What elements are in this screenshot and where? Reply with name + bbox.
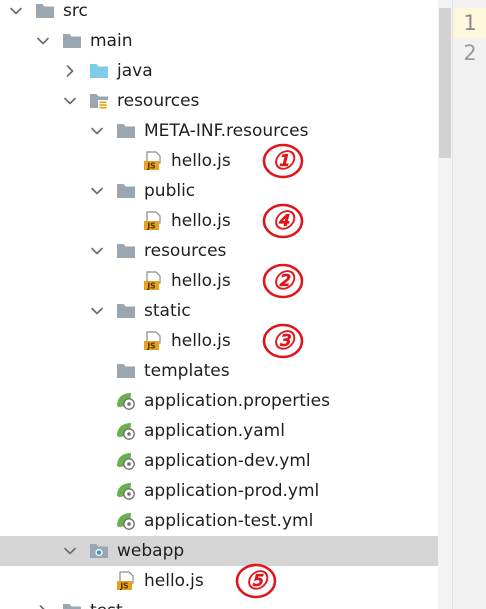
spring-config-file-icon [116, 481, 136, 501]
tree-node-resources-root[interactable]: resources [0, 86, 438, 116]
chevron-right-icon[interactable] [62, 63, 78, 79]
tree-node-java[interactable]: java [0, 56, 438, 86]
chevron-down-icon[interactable] [89, 123, 105, 139]
tree-node-application-prod-yml[interactable]: application-prod.yml [0, 476, 438, 506]
tree-node-hello-js-webapp[interactable]: JS hello.js ⑤ [0, 563, 438, 599]
tree-node-label: hello.js [144, 571, 204, 591]
chevron-down-icon[interactable] [8, 3, 24, 19]
js-file-icon: JS [116, 571, 136, 591]
svg-text:③: ③ [272, 326, 296, 355]
tree-node-label: templates [144, 361, 230, 381]
svg-text:JS: JS [146, 342, 155, 351]
red-circled-number-annotation: ① [261, 141, 305, 181]
tree-node-label: public [144, 181, 196, 201]
folder-icon [116, 121, 136, 141]
js-file-icon: JS [143, 271, 163, 291]
tree-node-label: hello.js [171, 331, 231, 351]
svg-text:⑤: ⑤ [245, 566, 269, 595]
line-number: 1 [453, 8, 486, 38]
tree-node-label: static [144, 301, 191, 321]
project-tree: src main java resources META-INF.resources JS… [0, 0, 438, 609]
tree-node-label: resources [144, 241, 227, 261]
chevron-down-icon[interactable] [89, 303, 105, 319]
folder-icon [116, 301, 136, 321]
vertical-scrollbar[interactable] [438, 0, 452, 609]
chevron-down-icon[interactable] [35, 33, 51, 49]
scrollbar-thumb[interactable] [439, 8, 451, 158]
tree-node-application-dev-yml[interactable]: application-dev.yml [0, 446, 438, 476]
svg-text:JS: JS [119, 582, 128, 591]
js-file-icon: JS [143, 151, 163, 171]
tree-node-hello-js-public[interactable]: JS hello.js ④ [0, 203, 438, 239]
tree-node-main[interactable]: main [0, 26, 438, 56]
chevron-right-icon[interactable] [35, 603, 51, 609]
tree-node-application-properties[interactable]: application.properties [0, 386, 438, 416]
svg-text:①: ① [272, 146, 296, 175]
tree-node-resources[interactable]: resources [0, 236, 438, 266]
tree-node-test[interactable]: test [0, 596, 438, 609]
tree-node-application-yaml[interactable]: application.yaml [0, 416, 438, 446]
tree-node-label: webapp [117, 541, 185, 561]
svg-text:④: ④ [272, 206, 296, 235]
resource-folder-icon [89, 91, 109, 111]
svg-text:②: ② [272, 266, 296, 295]
tree-node-label: java [117, 61, 153, 81]
red-circled-number-annotation: ② [261, 261, 305, 301]
tree-node-hello-js-resources[interactable]: JS hello.js ② [0, 263, 438, 299]
spring-config-file-icon [116, 391, 136, 411]
tree-node-static[interactable]: static [0, 296, 438, 326]
project-view: src main java resources META-INF.resources JS… [0, 0, 486, 609]
tree-node-label: src [63, 1, 88, 21]
tree-node-hello-js-meta-inf[interactable]: JS hello.js ① [0, 143, 438, 179]
svg-text:JS: JS [146, 222, 155, 231]
folder-icon [116, 181, 136, 201]
tree-node-label: resources [117, 91, 200, 111]
tree-node-meta-inf-resources[interactable]: META-INF.resources [0, 116, 438, 146]
red-circled-number-annotation: ③ [261, 321, 305, 361]
folder-icon [116, 241, 136, 261]
tree-node-src[interactable]: src [0, 0, 438, 26]
tree-node-application-test-yml[interactable]: application-test.yml [0, 506, 438, 536]
tree-node-label: hello.js [171, 271, 231, 291]
tree-node-label: application.yaml [144, 421, 285, 441]
tree-node-label: hello.js [171, 211, 231, 231]
spring-config-file-icon [116, 511, 136, 531]
folder-icon [116, 361, 136, 381]
spring-config-file-icon [116, 421, 136, 441]
red-circled-number-annotation: ④ [261, 201, 305, 241]
tree-node-label: META-INF.resources [144, 121, 309, 141]
tree-node-hello-js-static[interactable]: JS hello.js ③ [0, 323, 438, 359]
svg-text:JS: JS [146, 162, 155, 171]
tree-node-webapp[interactable]: webapp [0, 536, 438, 566]
tree-node-label: hello.js [171, 151, 231, 171]
tree-node-label: test [90, 599, 123, 609]
js-file-icon: JS [143, 331, 163, 351]
tree-node-label: application.properties [144, 391, 330, 411]
source-folder-icon [89, 61, 109, 81]
chevron-down-icon[interactable] [89, 183, 105, 199]
chevron-down-icon[interactable] [62, 543, 78, 559]
tree-node-public[interactable]: public [0, 176, 438, 206]
tree-node-label: application-test.yml [144, 511, 314, 531]
tree-node-label: application-dev.yml [144, 451, 311, 471]
folder-icon [62, 601, 82, 609]
tree-node-label: main [90, 31, 133, 51]
spring-config-file-icon [116, 451, 136, 471]
line-number: 2 [463, 41, 477, 65]
red-circled-number-annotation: ⑤ [234, 561, 278, 601]
tree-node-label: application-prod.yml [144, 481, 320, 501]
editor-gutter: 12 [452, 0, 486, 609]
svg-text:JS: JS [146, 282, 155, 291]
js-file-icon: JS [143, 211, 163, 231]
chevron-down-icon[interactable] [89, 243, 105, 259]
web-folder-icon [89, 541, 109, 561]
folder-icon [35, 1, 55, 21]
tree-node-templates[interactable]: templates [0, 356, 438, 386]
chevron-down-icon[interactable] [62, 93, 78, 109]
folder-icon [62, 31, 82, 51]
